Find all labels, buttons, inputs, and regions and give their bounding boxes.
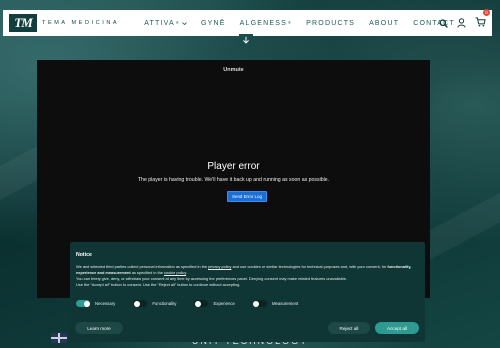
toggle-experience[interactable]: Experience [194, 300, 235, 307]
toggle-switch[interactable] [194, 300, 209, 307]
toggle-necessary[interactable]: Necessary [76, 300, 115, 307]
nav-item-about[interactable]: ABOUT [369, 20, 399, 27]
nav-item-sup: ® [175, 19, 181, 25]
notice-text-line: Use the “Accept all” button to consent. … [76, 282, 241, 287]
toggle-label: Necessary [95, 301, 116, 306]
nav-item-label: PRODUCTS [306, 19, 356, 27]
notice-text-line: You can freely give, deny, or withdraw y… [76, 276, 347, 281]
nav-item-products[interactable]: PRODUCTS [306, 20, 355, 27]
consent-toggles: Necessary Functionality Experience Measu… [76, 300, 316, 307]
nav-item-attiva[interactable]: ATTIVA ® [144, 20, 187, 27]
unmute-button[interactable]: Unmute [37, 67, 430, 73]
player-error-message: The player is having trouble. We'll have… [137, 177, 330, 183]
player-error-title: Player error [207, 161, 260, 172]
cart-icon [475, 17, 486, 27]
nav-item-label: ATTIVA [144, 19, 175, 27]
privacy-policy-link[interactable]: privacy policy [208, 264, 231, 269]
logo-mark: TM [9, 14, 37, 32]
cookie-policy-link[interactable]: cookie policy [164, 270, 186, 275]
chevron-down-icon [182, 21, 187, 25]
logo-text: TEMA MEDICINA [42, 20, 120, 26]
nav-item-label: ALGENESS [239, 19, 288, 27]
notice-text-part: and use cookies or similar technologies … [231, 264, 388, 269]
site-header: TM TEMA MEDICINA ATTIVA ® GYNĒ ALGENESS ® … [3, 9, 492, 36]
toggle-label: Measurement [271, 301, 299, 306]
notice-text-part: . [186, 270, 188, 275]
toggle-measurement[interactable]: Measurement [252, 300, 299, 307]
reject-all-button[interactable]: Reject all [328, 322, 370, 334]
toggle-functionality[interactable]: Functionality [133, 300, 176, 307]
cart-count-badge: 0 [483, 9, 490, 16]
nav-item-algeness[interactable]: ALGENESS ® [240, 20, 293, 27]
scroll-down-button[interactable] [239, 34, 253, 46]
nav-item-label: GYNĒ [201, 19, 226, 27]
nav-item-sup: ® [288, 19, 293, 25]
flag-icon[interactable] [51, 333, 67, 343]
toggle-switch[interactable] [133, 300, 148, 307]
send-error-log-button[interactable]: Send Error Log [227, 191, 267, 202]
cookie-notice: Notice We and selected third parties col… [70, 242, 425, 342]
arrow-down-icon [243, 36, 249, 44]
nav-item-gyne[interactable]: GYNĒ [201, 20, 226, 27]
nav-item-label: ABOUT [369, 19, 400, 27]
toggle-label: Experience [213, 301, 235, 306]
toggle-switch[interactable] [252, 300, 267, 307]
notice-title: Notice [76, 252, 92, 258]
accept-all-button[interactable]: Accept all [375, 322, 419, 334]
learn-more-button[interactable]: Learn more [75, 322, 123, 334]
main-nav: ATTIVA ® GYNĒ ALGENESS ® PRODUCTS ABOUT CO… [144, 20, 469, 27]
notice-text: We and selected third parties collect pe… [76, 264, 419, 288]
notice-text-part: We and selected third parties collect pe… [76, 264, 209, 269]
notice-text-part: as specified in the [130, 270, 165, 275]
cart-button[interactable]: 0 [475, 9, 490, 32]
user-icon[interactable] [457, 18, 466, 28]
toggle-switch[interactable] [76, 300, 90, 307]
header-icons: 0 [439, 9, 490, 36]
logo[interactable]: TM TEMA MEDICINA [9, 14, 119, 32]
toggle-label: Functionality [152, 301, 177, 306]
search-icon[interactable] [439, 18, 448, 28]
